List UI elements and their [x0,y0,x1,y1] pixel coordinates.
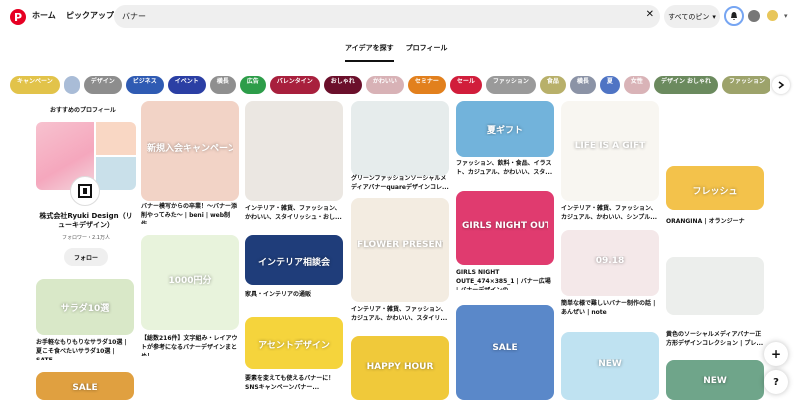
search-input[interactable]: バナー [122,11,146,22]
search-scope-dropdown[interactable]: すべてのピン ▾ [664,5,720,28]
pin-caption[interactable]: 黄色のソーシャルメディアバナー正方形デザインコレクション | プレ... [666,330,764,352]
tab-explore-ideas[interactable]: アイデアを探す [345,43,394,62]
pin-caption[interactable]: バナー模写からの卒業！～バナー添削やってみた～ | beni | web制作..… [141,202,239,224]
pin-card[interactable]: HAPPY HOUR [351,336,449,400]
pin-card[interactable]: LIFE IS A GIFT [561,101,659,201]
pin-card[interactable]: NEW [666,360,764,400]
chevron-down-icon: ▾ [712,12,716,21]
pin-image-text: フレッシュ [692,186,738,197]
pin-card[interactable] [245,101,343,201]
recommended-profile-card[interactable]: おすすめのプロフィール 株式会社Ryuki Design（リューキデザイン） フ… [36,104,136,269]
pin-image-text: 09.18 [595,256,625,267]
pin-image-text: SALE [72,383,98,394]
pin-card[interactable]: 09.18 [561,230,659,296]
profile-name[interactable]: 株式会社Ryuki Design（リューキデザイン） [36,212,136,230]
search-bar[interactable]: バナー ✕ [114,5,660,28]
guided-search-chip[interactable]: かわいい [365,76,404,94]
pin-card[interactable]: フレッシュ [666,166,764,210]
pin-caption[interactable]: インテリア・雑貨、ファッション、カジュアル、かわいい、スタイリ... [351,305,449,327]
pin-image-text: LIFE IS A GIFT [574,141,646,151]
guided-search-chip[interactable]: 横長 [209,76,236,94]
pin-card[interactable]: GIRLS NIGHT OUT [456,191,554,265]
guided-search-chip[interactable]: 夏 [599,76,620,94]
pinterest-logo-icon[interactable]: P [10,9,26,25]
chevron-right-icon[interactable] [772,76,790,94]
pin-caption[interactable]: インテリア・雑貨、ファッション、カジュアル、かわいい、シンプル... [561,204,659,226]
pin-card[interactable]: サラダ10選 [36,279,134,335]
pin-image-text: 1000円分 [168,276,212,286]
pin-caption[interactable]: ORANGINA | オランジーナ [666,217,764,229]
guided-search-chip[interactable]: キャンペーン [10,76,60,94]
guided-search-chip[interactable]: イベント [167,76,206,94]
clear-search-icon[interactable]: ✕ [646,9,654,20]
pin-image-text: 新規入会キャンペーン [147,144,233,154]
pin-card[interactable]: アセントデザイン [245,317,343,369]
profile-logo[interactable] [70,176,100,206]
pin-card[interactable]: FLOWER PRESENT [351,198,449,302]
pin-card[interactable]: インテリア相談会 [245,235,343,285]
pin-image-text: アセントデザイン [258,340,330,351]
recommended-profiles-heading: おすすめのプロフィール [50,107,116,114]
pin-image-text: SALE [492,343,518,353]
search-results-tabs: アイデアを探す プロフィール [345,43,457,62]
guided-search-chip[interactable] [63,76,80,94]
guided-search-chip[interactable]: ファッション [722,76,770,94]
guided-search-chip[interactable]: セミナー [407,76,446,94]
guided-search-chip[interactable]: デザイン おしゃれ [653,76,719,94]
guided-search-chip[interactable]: ファッション [485,76,536,94]
pin-card[interactable] [351,101,449,176]
pin-caption[interactable]: ファッション、飲料・食品、イラスト、カジュアル、かわいい、スタ... [456,159,554,181]
profile-mosaic-image [96,122,136,155]
pin-card[interactable]: 新規入会キャンペーン [141,101,239,201]
pin-card[interactable] [666,257,764,315]
nav-pickup-link[interactable]: ピックアップ [66,10,114,21]
add-button[interactable]: + [764,342,788,366]
pin-image-text: インテリア相談会 [257,258,330,268]
nav-home-link[interactable]: ホーム [32,10,56,21]
pin-image-text: NEW [598,359,622,370]
pin-caption[interactable]: 簡単な様で難しいバナー制作の話 | あんぜい | note [561,299,659,321]
pin-caption[interactable]: お手軽なもりもりなサラダ10選 | 夏こそ食べたいサラダ10選 | SATE..… [36,338,134,360]
help-button[interactable]: ? [764,370,788,394]
pin-caption[interactable]: グリーンファッションソーシャルメディアバナーquareデザインコレ... [351,174,449,196]
guided-search-chip[interactable]: 横長 [569,76,596,94]
guided-search-chip[interactable]: バレンタイン [269,76,320,94]
pin-card[interactable]: NEW [561,332,659,400]
pin-image-text: GIRLS NIGHT OUT [462,220,548,231]
pin-caption[interactable]: GIRLS NIGHT OUTE_474×385_1 | バナー広場 | バナー… [456,268,554,290]
pin-image-text: 夏ギフト [486,126,523,137]
pin-image-text: FLOWER PRESENT [357,239,443,250]
guided-search-chip[interactable]: ビジネス [125,76,164,94]
guided-search-chip[interactable]: 女性 [623,76,650,94]
guided-search-chip[interactable]: デザイン [83,76,122,94]
guided-search-chip[interactable]: 食品 [539,76,566,94]
user-avatar[interactable] [766,9,779,22]
profile-mosaic-image [96,157,136,190]
guided-search-chips: キャンペーン デザイン ビジネス イベント 横長 広告 バレンタイン おしゃれ かわいい セミナー… [10,76,770,96]
guided-search-chip[interactable]: セール [449,76,482,94]
pin-image-text: サラダ10選 [60,304,110,315]
pin-caption[interactable]: インテリア・雑貨、ファッション、かわいい、スタイリッシュ・おし... [245,204,343,226]
pin-caption[interactable]: 要素を変えても使えるバナーに！SNSキャンペーンバナー... [245,374,343,396]
top-navigation-bar: P ホーム ピックアップ バナー ✕ すべてのピン ▾ ▾ [0,0,800,34]
pin-card[interactable]: SALE [36,372,134,400]
guided-search-chip[interactable]: 広告 [239,76,266,94]
search-scope-label: すべてのピン [668,12,710,21]
pin-caption[interactable]: 家具・インテリアの通販 [245,290,343,302]
pin-card[interactable]: SALE [456,305,554,400]
notifications-bell-icon[interactable] [724,6,744,26]
messages-icon[interactable] [748,10,760,22]
guided-search-chip[interactable]: おしゃれ [323,76,362,94]
tab-profiles[interactable]: プロフィール [406,43,448,57]
pin-image-text: HAPPY HOUR [366,361,434,372]
follow-button[interactable]: フォロー [64,248,108,266]
pin-card[interactable]: 夏ギフト [456,101,554,157]
pin-card[interactable]: 1000円分 [141,235,239,330]
profile-follower-count: フォロワー・2.1万人 [62,235,110,241]
pin-caption[interactable]: 【総数216件】文字組み・レイアウトが参考になるバナーデザインまとめ！... [141,334,239,356]
account-chevron-down-icon[interactable]: ▾ [784,12,788,20]
pin-image-text: NEW [703,376,727,386]
